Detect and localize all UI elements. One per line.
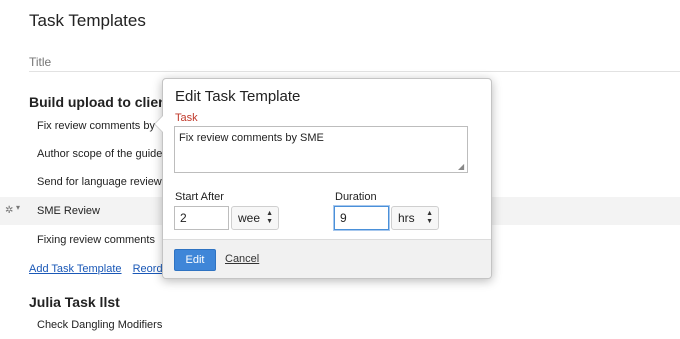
popup-arrow: [154, 115, 163, 133]
duration-input[interactable]: 9: [334, 206, 389, 230]
duration-label: Duration: [335, 191, 377, 203]
edit-task-template-popup: Edit Task Template Task Fix review comme…: [154, 78, 492, 279]
start-after-unit-select[interactable]: wee ▲ ▼: [231, 206, 279, 230]
up-down-arrows-icon: ▲ ▼: [266, 210, 273, 225]
duration-unit-select[interactable]: hrs ▲ ▼: [391, 206, 439, 230]
start-after-label: Start After: [175, 191, 224, 203]
popup-footer: Edit Cancel: [163, 239, 491, 278]
task-label: Check Dangling Modifiers: [37, 319, 163, 331]
cancel-link[interactable]: Cancel: [225, 253, 259, 265]
title-input[interactable]: [29, 52, 680, 72]
popup-title: Edit Task Template: [175, 88, 301, 105]
select-value: wee: [238, 211, 261, 225]
task-field-label: Task: [175, 112, 198, 124]
task-textarea[interactable]: Fix review comments by SME: [174, 126, 468, 173]
task-label: Fix review comments by S: [37, 120, 166, 132]
task-label: Author scope of the guide: [37, 148, 163, 160]
task-label: SME Review: [37, 205, 100, 217]
add-task-template-link[interactable]: Add Task Template: [29, 263, 122, 275]
gear-icon[interactable]: ✲: [5, 205, 13, 216]
task-label: Send for language review: [37, 176, 162, 188]
up-down-arrows-icon: ▲ ▼: [426, 210, 433, 225]
page-title: Task Templates: [29, 11, 146, 30]
select-value: hrs: [398, 211, 415, 225]
edit-button[interactable]: Edit: [174, 249, 216, 271]
task-label: Fixing review comments: [37, 234, 155, 246]
section-title: Build upload to client: [29, 94, 172, 110]
section-title: Julia Task llst: [29, 294, 120, 310]
task-row[interactable]: Check Dangling Modifiers: [0, 311, 680, 339]
links: Add Task Template Reorder: [29, 263, 180, 275]
caret-down-icon[interactable]: ▾: [16, 203, 20, 212]
resize-grip-icon[interactable]: ◢: [458, 163, 464, 171]
start-after-input[interactable]: 2: [174, 206, 229, 230]
